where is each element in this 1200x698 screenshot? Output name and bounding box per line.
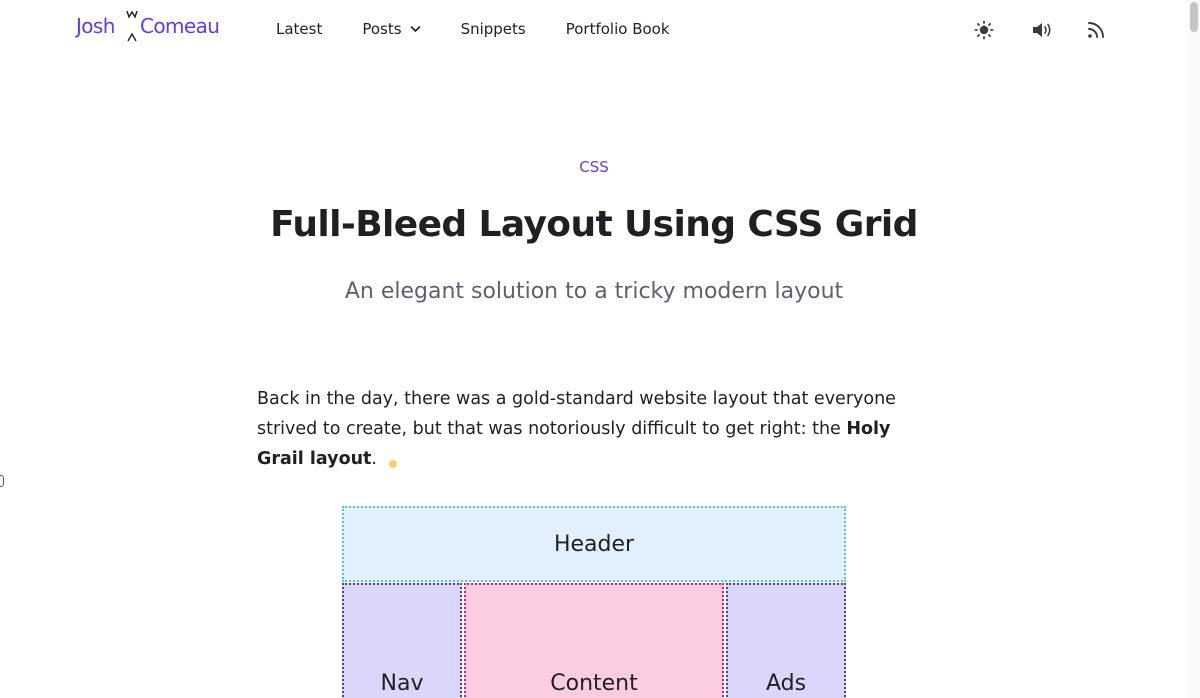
nav-latest[interactable]: Latest [276, 20, 322, 38]
nav-snippets[interactable]: Snippets [461, 20, 526, 38]
diagram-nav-cell: Nav [342, 583, 462, 698]
page: Josh Comeau Latest Posts Snippets Portfo… [0, 0, 1200, 698]
diagram-nav-label: Nav [380, 671, 424, 696]
sound-toggle-button[interactable] [1030, 18, 1054, 42]
intro-end: . [371, 449, 377, 469]
diagram-content-label: Content [550, 671, 638, 696]
speaker-icon [1033, 23, 1051, 37]
article-subtitle: An elegant solution to a tricky modern l… [344, 279, 844, 304]
intro-text: Back in the day, there was a gold-standa… [257, 389, 896, 439]
site-header: Josh Comeau Latest Posts Snippets Portfo… [0, 0, 1188, 60]
diagram-header-cell: Header [342, 506, 846, 582]
rss-feed-button[interactable] [1084, 18, 1108, 42]
sun-icon [974, 20, 994, 40]
diagram-content-cell: Content [464, 583, 724, 698]
holy-grail-diagram: Header Nav Content Ads [342, 506, 846, 698]
chevron-down-icon [410, 26, 420, 33]
article-title: Full-Bleed Layout Using CSS Grid [270, 204, 918, 245]
nav-posts[interactable]: Posts [362, 20, 420, 38]
diagram-header-label: Header [553, 531, 635, 557]
logo-last-name: Comeau [140, 14, 220, 38]
logo-first-name: Josh [76, 14, 115, 38]
mouse-cursor-indicator [389, 460, 397, 468]
main-nav: Latest Posts Snippets Portfolio Book [276, 20, 670, 38]
edge-handle [0, 475, 4, 487]
vertical-scrollbar[interactable] [1188, 0, 1200, 698]
scrollbar-thumb[interactable] [1190, 2, 1198, 32]
diagram-ads-cell: Ads [726, 583, 846, 698]
nav-posts-label: Posts [362, 20, 402, 38]
intro-paragraph: Back in the day, there was a gold-standa… [257, 384, 897, 474]
theme-toggle-button[interactable] [972, 18, 996, 42]
header-actions [972, 18, 1108, 44]
diagram-ads-label: Ads [765, 671, 807, 696]
logo-squiggle-icon [126, 10, 138, 42]
rss-icon [1088, 22, 1104, 38]
nav-portfolio-book[interactable]: Portfolio Book [566, 20, 670, 38]
article-category-link[interactable]: CSS [0, 158, 1188, 176]
